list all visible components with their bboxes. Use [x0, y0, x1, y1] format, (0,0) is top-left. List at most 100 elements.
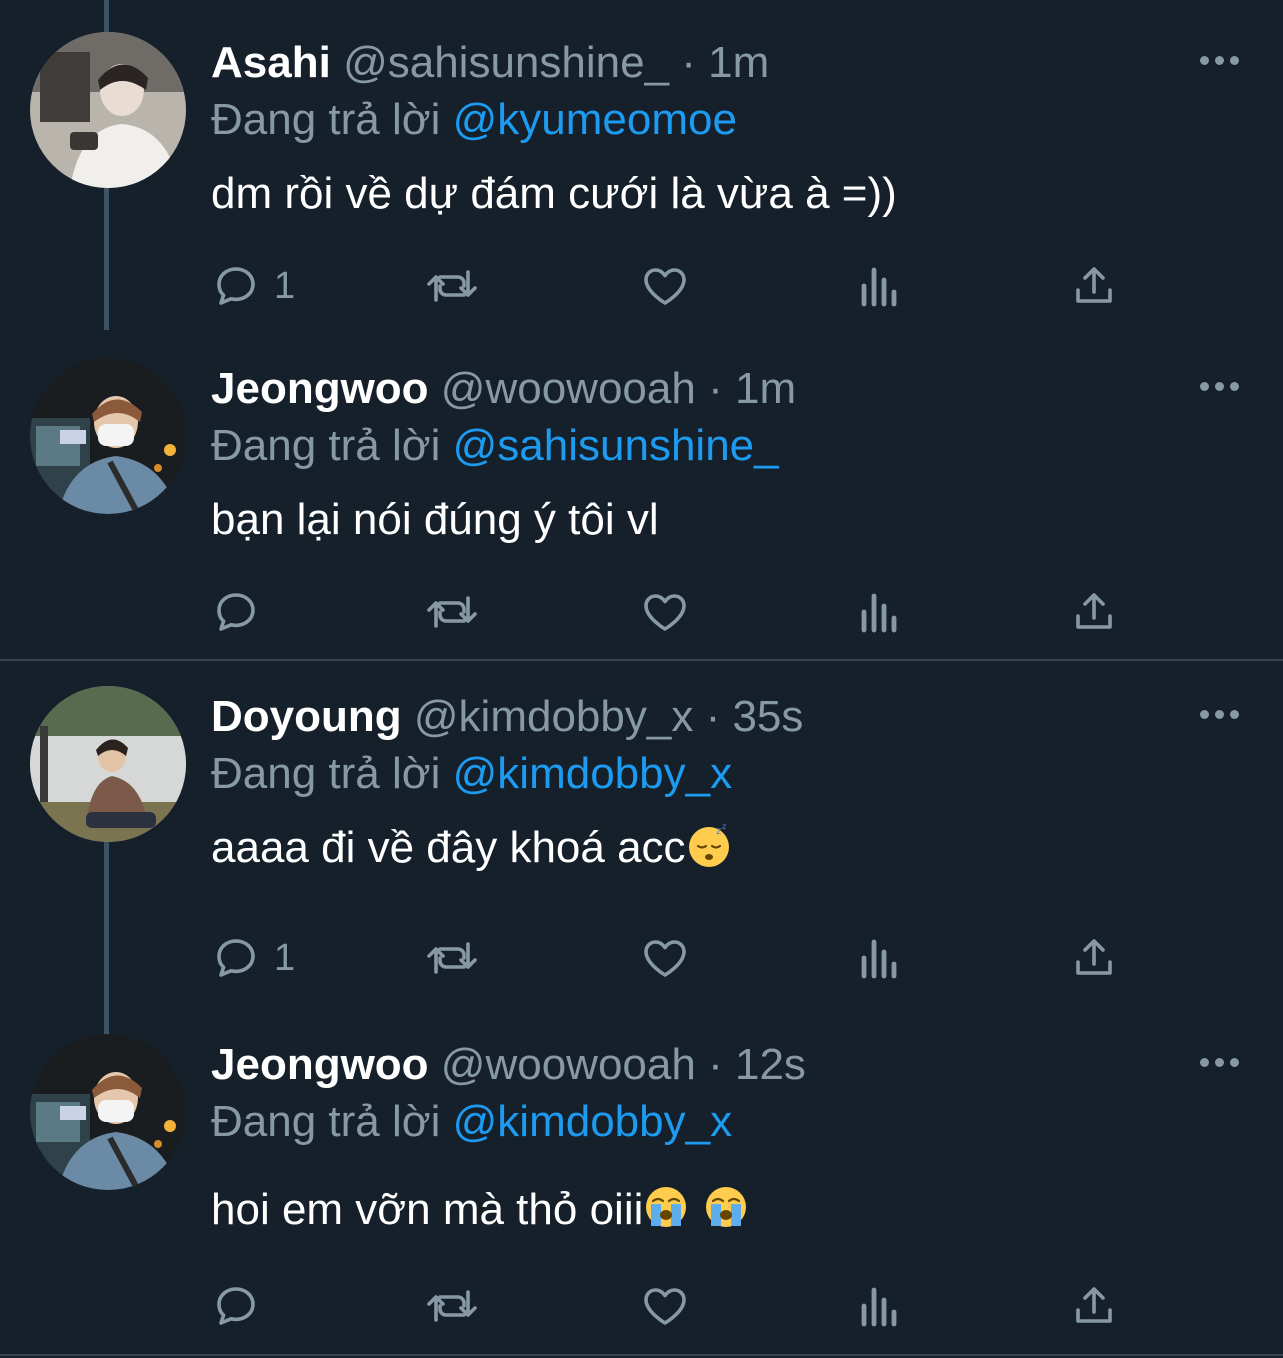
tweet-text: bạn lại nói đúng ý tôi vl	[211, 494, 659, 546]
like-button[interactable]	[640, 584, 690, 640]
retweet-button[interactable]	[424, 258, 480, 314]
display-name[interactable]: Jeongwoo	[211, 1040, 429, 1089]
share-button[interactable]	[1070, 584, 1118, 640]
replying-to: Đang trả lời @kyumeomoe	[211, 95, 737, 145]
retweet-button[interactable]	[424, 930, 480, 986]
retweet-icon	[427, 942, 477, 974]
share-icon	[1076, 267, 1112, 303]
tweet[interactable]: Jeongwoo @woowooah · 12s Đang trả lời @k…	[0, 1002, 1283, 1358]
more-icon[interactable]	[1200, 710, 1240, 722]
tweet-text-content: bạn lại nói đúng ý tôi vl	[211, 495, 659, 544]
reply-count: 1	[274, 264, 296, 307]
like-button[interactable]	[640, 930, 690, 986]
reply-icon	[217, 1287, 255, 1325]
share-icon	[1076, 939, 1112, 975]
more-icon[interactable]	[1200, 382, 1240, 394]
avatar[interactable]	[30, 686, 186, 842]
reply-mention-link[interactable]: @kimdobby_x	[453, 1097, 732, 1146]
reply-icon	[217, 593, 255, 631]
timestamp[interactable]: 12s	[735, 1040, 806, 1089]
views-button[interactable]	[858, 1278, 902, 1334]
reply-mention-link[interactable]: @kyumeomoe	[453, 95, 737, 144]
retweet-icon	[427, 1290, 477, 1322]
reply-mention-link[interactable]: @kimdobby_x	[453, 749, 732, 798]
handle[interactable]: @sahisunshine_	[343, 38, 669, 87]
replying-to: Đang trả lời @kimdobby_x	[211, 749, 732, 799]
like-button[interactable]	[640, 258, 690, 314]
separator: ·	[708, 1040, 723, 1089]
tweet-feed: Asahi @sahisunshine_ · 1m Đang trả lời @…	[0, 0, 1283, 1358]
avatar-asahi	[30, 32, 186, 188]
reply-button[interactable]: 1	[212, 258, 295, 314]
tweet-header: Asahi @sahisunshine_ · 1m	[211, 38, 769, 88]
tweet-header: Jeongwoo @woowooah · 12s	[211, 1040, 806, 1090]
action-bar	[0, 1278, 1283, 1334]
avatar[interactable]	[30, 1034, 186, 1190]
replying-to: Đang trả lời @kimdobby_x	[211, 1097, 732, 1147]
reply-mention-link[interactable]: @sahisunshine_	[453, 421, 779, 470]
avatar[interactable]	[30, 358, 186, 514]
reply-icon	[217, 939, 255, 977]
share-button[interactable]	[1070, 258, 1118, 314]
views-button[interactable]	[858, 930, 902, 986]
crying-face-emoji	[706, 1187, 747, 1227]
retweet-icon	[427, 270, 477, 302]
timestamp[interactable]: 35s	[732, 692, 803, 741]
separator: ·	[705, 692, 721, 741]
reply-button[interactable]: 1	[212, 930, 295, 986]
share-button[interactable]	[1070, 930, 1118, 986]
views-icon	[861, 939, 897, 979]
replying-to: Đang trả lời @sahisunshine_	[211, 421, 779, 471]
display-name[interactable]: Asahi	[211, 38, 331, 87]
reply-button[interactable]	[212, 1278, 274, 1334]
tweet-text: dm rồi về dự đám cưới là vừa à =))	[211, 168, 897, 220]
avatar-jeongwoo	[30, 358, 186, 514]
action-bar: 1	[0, 258, 1283, 314]
share-icon	[1076, 1287, 1112, 1323]
tweet[interactable]: Jeongwoo @woowooah · 1m Đang trả lời @sa…	[0, 326, 1283, 660]
timestamp[interactable]: 1m	[708, 38, 769, 87]
reply-button[interactable]	[212, 584, 274, 640]
reply-prefix: Đang trả lời	[211, 749, 441, 798]
like-button[interactable]	[640, 1278, 690, 1334]
retweet-button[interactable]	[424, 1278, 480, 1334]
more-icon[interactable]	[1200, 56, 1240, 68]
sleeping-face-emoji: zz	[688, 822, 729, 867]
share-icon	[1076, 593, 1112, 629]
like-icon	[644, 594, 686, 631]
reply-icon	[217, 267, 255, 305]
handle[interactable]: @kimdobby_x	[414, 692, 693, 741]
display-name[interactable]: Doyoung	[211, 692, 402, 741]
retweet-button[interactable]	[424, 584, 480, 640]
like-icon	[644, 1288, 686, 1325]
tweet-text: hoi em vỡn mà thỏ oiii	[211, 1184, 749, 1236]
retweet-icon	[427, 596, 477, 628]
handle[interactable]: @woowooah	[441, 1040, 696, 1089]
avatar[interactable]	[30, 32, 186, 188]
display-name[interactable]: Jeongwoo	[211, 364, 429, 413]
tweet[interactable]: Doyoung @kimdobby_x · 35s Đang trả lời @…	[0, 654, 1283, 1038]
share-button[interactable]	[1070, 1278, 1118, 1334]
reply-prefix: Đang trả lời	[211, 95, 441, 144]
reply-count: 1	[274, 936, 296, 979]
like-icon	[644, 940, 686, 977]
crying-face-emoji	[646, 1187, 687, 1227]
tweet-text-content: hoi em vỡn mà thỏ oiii	[211, 1185, 644, 1234]
reply-prefix: Đang trả lời	[211, 421, 441, 470]
views-button[interactable]	[858, 258, 902, 314]
reply-prefix: Đang trả lời	[211, 1097, 441, 1146]
svg-text:z: z	[716, 826, 721, 837]
tweet-text-content: dm rồi về dự đám cưới là vừa à =))	[211, 169, 897, 218]
views-icon	[861, 1287, 897, 1327]
separator: ·	[708, 364, 723, 413]
svg-text:z: z	[722, 822, 726, 831]
tweet-header: Jeongwoo @woowooah · 1m	[211, 364, 796, 414]
separator: ·	[681, 38, 696, 87]
more-icon[interactable]	[1200, 1058, 1240, 1070]
views-button[interactable]	[858, 584, 902, 640]
tweet-text: aaaa đi về đây khoá acc z z	[211, 822, 732, 874]
timestamp[interactable]: 1m	[735, 364, 796, 413]
handle[interactable]: @woowooah	[441, 364, 696, 413]
views-icon	[861, 267, 897, 307]
tweet[interactable]: Asahi @sahisunshine_ · 1m Đang trả lời @…	[0, 0, 1283, 330]
